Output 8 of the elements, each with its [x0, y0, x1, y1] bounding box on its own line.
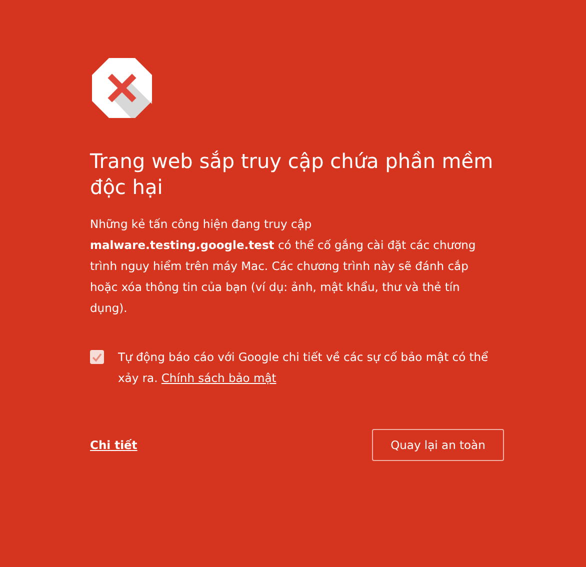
details-link[interactable]: Chi tiết: [90, 438, 138, 452]
stop-sign-icon: [90, 56, 154, 120]
back-to-safety-button[interactable]: Quay lại an toàn: [372, 429, 504, 461]
page-title: Trang web sắp truy cập chứa phần mềm độc hại: [90, 148, 494, 200]
warning-message: Những kẻ tấn công hiện đang truy cập malware.testing.google.test có thể cố gắng cài đặt các chương trình nguy hiểm trên máy Mac. Các chương trình này sẽ đánh cắp hoặc xóa thông tin của bạn (ví dụ: ảnh, mật khẩu, thư và thẻ tín dụng).: [90, 216, 477, 317]
checkbox[interactable]: [90, 350, 104, 364]
report-consent-text: Tự động báo cáo với Google chi tiết về các sự cố bảo mật có thể xảy ra. Chính sách bảo mật: [118, 349, 490, 387]
privacy-policy-link[interactable]: Chính sách bảo mật: [161, 371, 276, 385]
